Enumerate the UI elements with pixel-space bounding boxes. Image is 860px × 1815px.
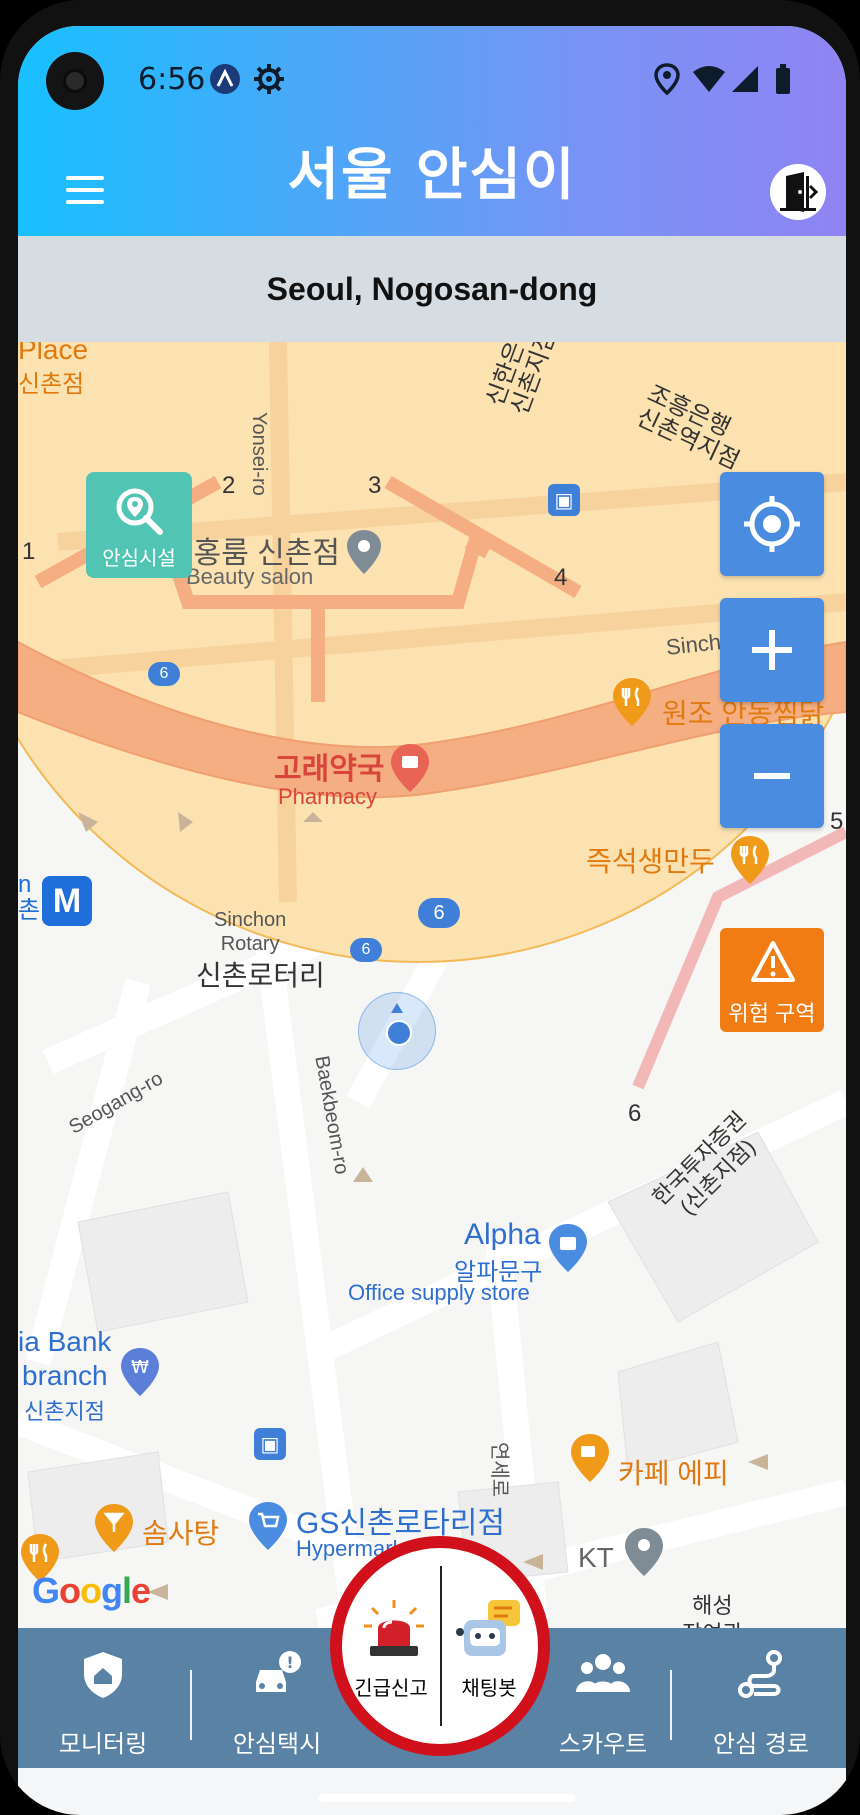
battery-icon — [776, 64, 790, 94]
nav-divider — [190, 1670, 192, 1740]
chatbot-button[interactable]: 채팅봇 — [440, 1548, 538, 1744]
map-label-bank-3: 신촌지점 — [24, 1399, 105, 1424]
route-shield-6a: 6 — [148, 662, 180, 686]
bank-pin-icon: ₩ — [121, 1348, 159, 1396]
nav-scout-label: 스카우트 — [558, 1730, 648, 1758]
safe-facility-button[interactable]: 안심시설 — [86, 472, 192, 578]
danger-zone-button[interactable]: 위험 구역 — [720, 928, 824, 1032]
app-screen: 6:56 서울 안심이 Seoul, Nogosan-dong Place 신촌… — [18, 26, 846, 1815]
emergency-chatbot-circle: 긴급신고 채팅봇 — [330, 1536, 550, 1756]
map-label-mandu: 즉석생만두 — [586, 846, 715, 877]
chatbot-label: 채팅봇 — [461, 1676, 517, 1700]
nav-monitoring-label: 모니터링 — [58, 1730, 148, 1758]
map-label-cafe: 카페 에피 — [618, 1458, 729, 1489]
map-label-num5: 5 — [830, 808, 844, 835]
safe-facility-label: 안심시설 — [102, 548, 176, 570]
nav-scout[interactable]: 스카우트 — [528, 1628, 678, 1768]
nav-divider — [670, 1670, 672, 1740]
map-label-pharmacy-en: Pharmacy — [278, 784, 378, 809]
front-camera — [46, 52, 104, 110]
zoom-out-button[interactable] — [720, 724, 824, 828]
metro-icon: M — [42, 876, 92, 926]
signal-icon — [732, 66, 758, 92]
siren-icon — [364, 1600, 424, 1656]
my-location-button[interactable] — [720, 472, 824, 576]
map-label-yeonse-ro: 연세로 — [488, 1442, 510, 1498]
map-label-metro-side: n 촌 — [18, 871, 41, 924]
plus-icon — [752, 630, 792, 670]
map-label-pharmacy-kr: 고래약국 — [274, 753, 385, 786]
emergency-report-button[interactable]: 긴급신고 — [342, 1548, 440, 1744]
map-label-alpha-type: Office supply store — [348, 1280, 530, 1305]
status-time: 6:56 — [138, 62, 206, 97]
door-exit-icon — [780, 172, 819, 212]
settings-gear-icon — [254, 64, 284, 94]
route-icon — [738, 1650, 782, 1698]
minus-icon — [754, 773, 790, 779]
map-label-somsatang: 솜사탕 — [142, 1518, 220, 1549]
map-label-kt: KT — [578, 1542, 614, 1573]
emergency-report-label: 긴급신고 — [354, 1676, 428, 1700]
pharmacy-pin-icon — [391, 744, 429, 792]
map-view[interactable]: Place 신촌점 신한은행 신촌지점 조흥은행 신촌역지점 Yonsei-ro… — [18, 342, 846, 1652]
map-label-rotary-kr: 신촌로터리 — [196, 960, 325, 991]
logout-button[interactable] — [770, 164, 826, 220]
beauty-pin-icon — [347, 530, 381, 574]
nav-safe-route[interactable]: 안심 경로 — [686, 1628, 836, 1768]
restaurant-pin-2-icon — [731, 836, 769, 884]
nav-safe-route-label: 안심 경로 — [713, 1730, 809, 1758]
map-label-bank-2: branch — [22, 1360, 108, 1391]
map-label-rotary-en: Sinchon Rotary — [214, 909, 287, 955]
bus-stop-icon: ▣ — [548, 484, 580, 516]
chatbot-robot-icon — [456, 1600, 520, 1656]
phone-frame: 6:56 서울 안심이 Seoul, Nogosan-dong Place 신촌… — [0, 0, 860, 1815]
map-label-num2: 2 — [222, 472, 236, 499]
search-location-icon — [116, 488, 163, 535]
map-label-num3: 3 — [368, 472, 382, 499]
crosshair-icon — [744, 496, 800, 552]
bus-stop-2-icon: ▣ — [254, 1428, 286, 1460]
app-header: 6:56 서울 안심이 — [18, 26, 846, 236]
wifi-icon — [693, 66, 725, 92]
app-title: 서울 안심이 — [287, 143, 577, 208]
svg-text:!: ! — [286, 1653, 293, 1672]
people-group-icon — [576, 1654, 630, 1692]
current-location-bar: Seoul, Nogosan-dong — [18, 236, 846, 342]
map-label-num1: 1 — [22, 538, 36, 565]
google-logo: Google — [32, 1570, 151, 1611]
map-label-place-kr: 신촌점 — [18, 371, 85, 398]
restaurant-pin-icon — [613, 678, 651, 726]
gesture-bar[interactable] — [318, 1794, 576, 1802]
map-label-beauty-en: Beauty salon — [186, 564, 314, 589]
shopping-pin-icon — [549, 1224, 587, 1272]
map-label-num4: 4 — [554, 564, 568, 591]
map-label-yonsei-ro: Yonsei-ro — [248, 412, 270, 496]
cafe-pin-icon — [571, 1434, 609, 1482]
nav-safe-taxi-label: 안심택시 — [232, 1730, 322, 1758]
svg-text:₩: ₩ — [131, 1357, 149, 1378]
route-shield-6c: 6 — [350, 938, 382, 962]
warning-triangle-icon — [751, 941, 795, 982]
map-label-bank-1: ia Bank — [18, 1326, 112, 1357]
user-location-marker — [358, 992, 436, 1070]
location-status-icon — [654, 63, 680, 96]
shield-home-icon — [84, 1652, 122, 1698]
map-label-num6: 6 — [628, 1100, 642, 1127]
taxi-alert-icon: ! — [256, 1651, 301, 1692]
bar-pin-icon — [95, 1504, 133, 1552]
kt-pin-icon — [625, 1528, 663, 1576]
nav-monitoring[interactable]: 모니터링 — [28, 1628, 178, 1768]
map-label-place: Place — [18, 342, 89, 365]
zoom-in-button[interactable] — [720, 598, 824, 702]
cart-pin-icon — [249, 1502, 287, 1550]
app-notification-icon — [210, 64, 240, 94]
danger-zone-label: 위험 구역 — [728, 1001, 816, 1026]
route-shield-6b: 6 — [418, 898, 460, 928]
map-label-alpha-en: Alpha — [464, 1218, 541, 1251]
